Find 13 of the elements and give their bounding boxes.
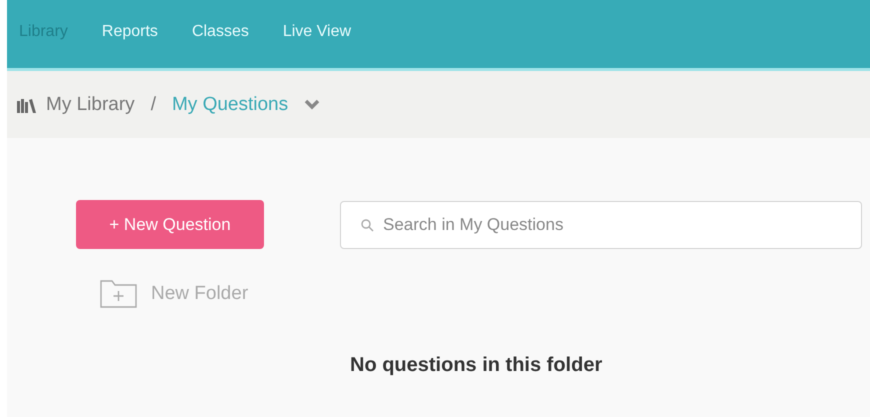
new-question-button[interactable]: + New Question bbox=[76, 200, 264, 249]
search-field[interactable]: Search in My Questions bbox=[340, 200, 862, 248]
breadcrumb-separator: / bbox=[150, 94, 156, 116]
folder-plus-icon bbox=[100, 280, 137, 308]
new-folder-button[interactable]: New Folder bbox=[100, 280, 248, 308]
nav-tab[interactable]: Live View bbox=[282, 22, 380, 40]
books-icon bbox=[17, 96, 36, 112]
nav-tab[interactable]: Reports bbox=[102, 22, 186, 40]
breadcrumb-link[interactable]: My Library bbox=[46, 94, 135, 116]
breadcrumb-link[interactable]: My Questions bbox=[172, 94, 288, 116]
empty-message: No questions in this folder bbox=[350, 354, 604, 377]
chevron-down-icon[interactable] bbox=[304, 99, 320, 110]
nav-tab[interactable]: Classes bbox=[192, 22, 277, 40]
